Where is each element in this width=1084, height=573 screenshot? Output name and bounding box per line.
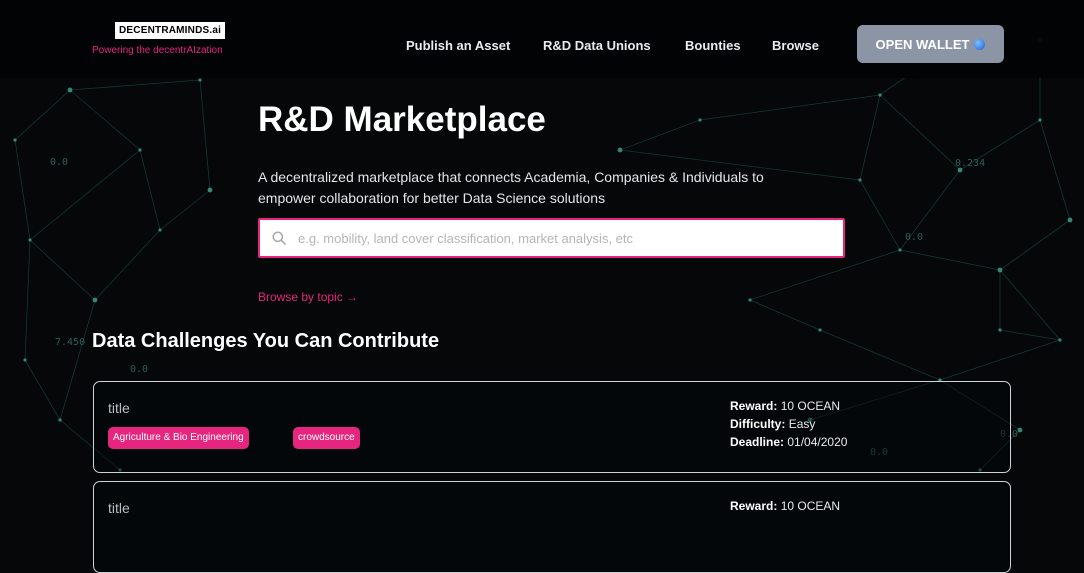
browse-by-topic-link[interactable]: Browse by topic → bbox=[258, 290, 358, 304]
reward-value: 10 OCEAN bbox=[780, 499, 841, 513]
challenge-title: title bbox=[108, 400, 130, 416]
search-bar[interactable] bbox=[258, 218, 845, 258]
hero-description-line-1: A decentralized marketplace that connect… bbox=[258, 169, 764, 185]
challenge-card[interactable]: title Agriculture & Bio Engineering crow… bbox=[93, 381, 1011, 473]
deadline-value: 01/04/2020 bbox=[787, 435, 848, 449]
section-heading: Data Challenges You Can Contribute bbox=[92, 330, 440, 352]
deadline-label: Deadline: bbox=[730, 435, 785, 449]
tag-agriculture-bio-engineering[interactable]: Agriculture & Bio Engineering bbox=[108, 427, 249, 449]
search-input[interactable] bbox=[296, 229, 820, 247]
difficulty-label: Difficulty: bbox=[730, 417, 786, 431]
reward-label: Reward: bbox=[730, 399, 778, 413]
search-icon bbox=[272, 231, 286, 245]
hero-description-line-2: empower collaboration for better Data Sc… bbox=[258, 190, 606, 206]
reward-value: 10 OCEAN bbox=[780, 399, 841, 413]
difficulty-value: Easy bbox=[788, 417, 816, 431]
challenge-card[interactable]: title Reward: 10 OCEAN bbox=[93, 481, 1011, 573]
challenge-title: title bbox=[108, 500, 130, 516]
reward-label: Reward: bbox=[730, 499, 778, 513]
page-title: R&D Marketplace bbox=[258, 100, 546, 139]
hero-description: A decentralized marketplace that connect… bbox=[258, 167, 858, 209]
challenge-meta: Reward: 10 OCEAN bbox=[730, 497, 840, 515]
tag-crowdsource[interactable]: crowdsource bbox=[293, 427, 360, 449]
challenge-meta: Reward: 10 OCEAN Difficulty: Easy Deadli… bbox=[730, 397, 847, 451]
